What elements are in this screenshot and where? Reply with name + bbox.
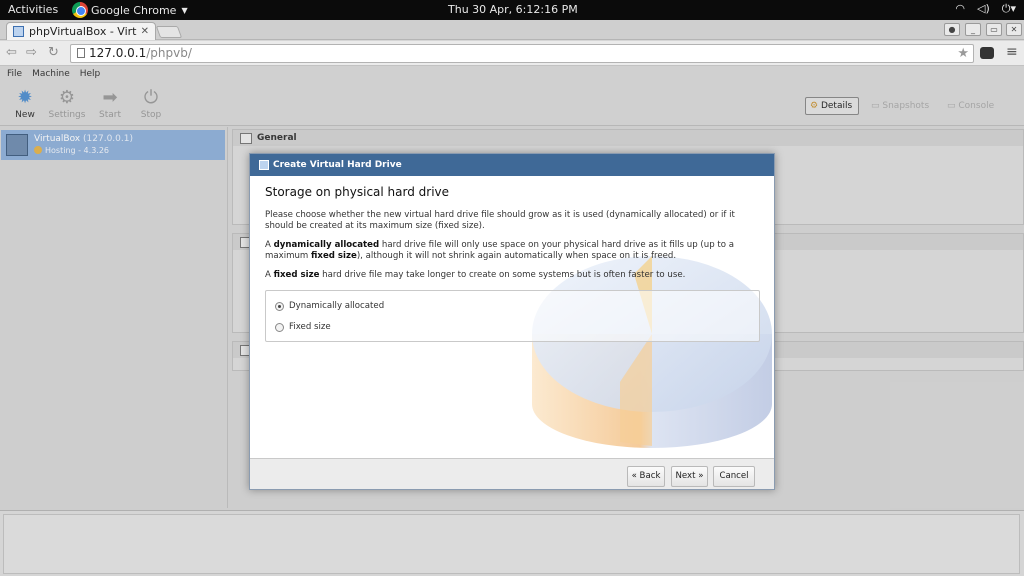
- clock[interactable]: Thu 30 Apr, 6:12:16 PM: [448, 3, 578, 16]
- bookmark-star-icon[interactable]: ★: [957, 45, 969, 62]
- caret-down-icon: ▼: [181, 5, 188, 15]
- reload-icon[interactable]: ↻: [48, 45, 59, 60]
- close-window-icon[interactable]: ✕: [1006, 23, 1022, 36]
- volume-icon[interactable]: ◁): [977, 2, 990, 16]
- log-area: [0, 510, 1024, 576]
- browser-toolbar: ⇦ ⇨ ↻ 127.0.0.1/phpvb/ ★ ≡: [0, 41, 1024, 66]
- next-button[interactable]: Next »: [671, 466, 708, 487]
- option-label: Fixed size: [289, 322, 331, 332]
- new-tab-button[interactable]: [155, 26, 183, 38]
- page-info-icon[interactable]: [77, 48, 85, 58]
- radio-dynamically-allocated[interactable]: [275, 301, 284, 311]
- log-area-inner: [3, 514, 1020, 574]
- gnome-top-bar: Activities Google Chrome ▼ Thu 30 Apr, 6…: [0, 0, 1024, 20]
- wifi-icon[interactable]: ◠: [955, 2, 965, 16]
- app-name: Google Chrome: [91, 3, 177, 17]
- tab-strip: phpVirtualBox - Virtu ✕ ● _ ▭ ✕: [0, 20, 1024, 40]
- dialog-content: Storage on physical hard drive Please ch…: [250, 176, 774, 457]
- restore-icon[interactable]: ▭: [986, 23, 1002, 36]
- description-paragraph: Please choose whether the new virtual ha…: [265, 210, 735, 231]
- url-path: /phpvb/: [146, 46, 192, 60]
- incognito-icon[interactable]: [980, 47, 994, 59]
- url-host: 127.0.0.1: [89, 46, 147, 60]
- dialog-window-icon: [259, 160, 269, 170]
- radio-fixed-size[interactable]: [275, 322, 284, 332]
- create-hard-drive-dialog: Create Virtual Hard Drive Storage on phy…: [249, 153, 775, 490]
- activities-button[interactable]: Activities: [8, 3, 58, 16]
- favicon-icon: [13, 26, 24, 37]
- chrome-icon: [72, 2, 88, 18]
- fixed-explanation: A fixed size hard drive file may take lo…: [265, 270, 686, 280]
- profile-icon[interactable]: ●: [944, 23, 960, 36]
- address-bar[interactable]: 127.0.0.1/phpvb/ ★: [70, 44, 974, 63]
- option-fixed-size[interactable]: Fixed size: [275, 322, 331, 332]
- dialog-titlebar[interactable]: Create Virtual Hard Drive: [250, 154, 774, 176]
- dynamic-explanation: A dynamically allocated hard drive file …: [265, 240, 735, 261]
- chrome-menu-icon[interactable]: ≡: [1006, 44, 1018, 60]
- app-menu[interactable]: Google Chrome ▼: [72, 0, 188, 20]
- forward-icon[interactable]: ⇨: [26, 45, 37, 60]
- cancel-button[interactable]: Cancel: [713, 466, 755, 487]
- system-tray[interactable]: ◠ ◁) ⏻▾: [955, 2, 1016, 16]
- tab-title: phpVirtualBox - Virtu: [29, 25, 137, 38]
- minimize-icon[interactable]: _: [965, 23, 981, 36]
- back-button[interactable]: « Back: [627, 466, 665, 487]
- close-tab-icon[interactable]: ✕: [141, 26, 149, 37]
- power-icon[interactable]: ⏻▾: [1002, 2, 1016, 16]
- allocation-options: Dynamically allocated Fixed size: [265, 290, 760, 342]
- dialog-title: Create Virtual Hard Drive: [273, 160, 402, 170]
- option-dynamically-allocated[interactable]: Dynamically allocated: [275, 301, 384, 311]
- dialog-heading: Storage on physical hard drive: [265, 185, 450, 199]
- option-label: Dynamically allocated: [289, 301, 385, 311]
- back-icon[interactable]: ⇦: [6, 45, 17, 60]
- browser-tab[interactable]: phpVirtualBox - Virtu ✕: [6, 22, 156, 40]
- dialog-footer: « Back Next » Cancel: [250, 458, 774, 489]
